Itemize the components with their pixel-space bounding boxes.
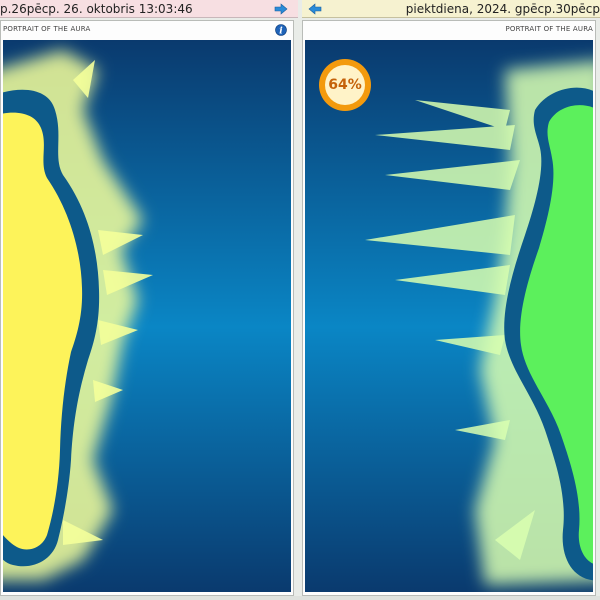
svg-text:i: i — [279, 26, 283, 36]
info-icon[interactable]: i — [275, 24, 287, 36]
percent-label: 64% — [328, 77, 362, 93]
left-aura-panel: PORTRAIT OF THE AURA i — [0, 20, 294, 596]
arrow-right-icon[interactable] — [274, 3, 288, 15]
arrow-left-icon[interactable] — [308, 3, 322, 15]
aura-comparison-app: p.26pēcp. 26. oktobris 13:03:46 piektdie… — [0, 0, 600, 600]
right-date-header: piektdiena, 2024. gpēcp.30pēcp — [302, 0, 600, 18]
left-aura-portrait — [3, 40, 291, 592]
right-panel-title: PORTRAIT OF THE AURA — [505, 25, 593, 33]
right-aura-svg — [305, 40, 593, 592]
right-aura-panel: PORTRAIT OF THE AURA 64% — [302, 20, 596, 596]
right-date-text: piektdiena, 2024. gpēcp.30pēcp — [405, 1, 600, 16]
left-aura-svg — [3, 40, 291, 592]
footer-strip — [0, 596, 600, 600]
left-date-text: p.26pēcp. 26. oktobris 13:03:46 — [0, 1, 193, 16]
right-aura-portrait — [305, 40, 593, 592]
left-date-header: p.26pēcp. 26. oktobris 13:03:46 — [0, 0, 298, 18]
left-panel-title: PORTRAIT OF THE AURA — [3, 25, 91, 33]
